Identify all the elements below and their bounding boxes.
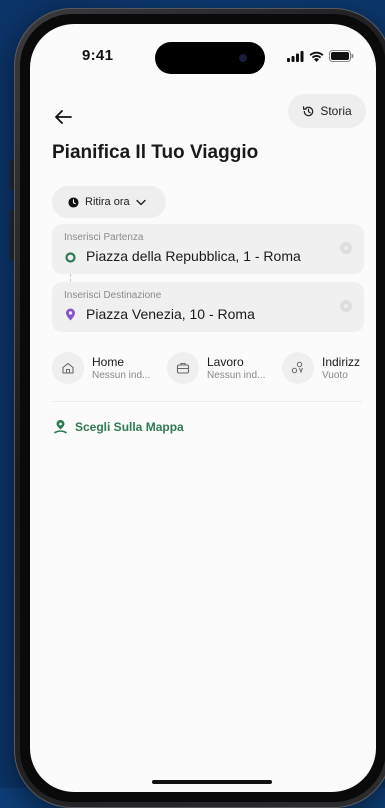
phone-frame: 9:41 Storia Pianifica Il Tuo Viaggio Rit… bbox=[14, 8, 385, 808]
shortcut-addresses-title: Indirizz bbox=[322, 355, 361, 369]
destination-value: Piazza Venezia, 10 - Roma bbox=[86, 306, 255, 322]
history-button[interactable]: Storia bbox=[288, 94, 366, 128]
shortcut-work-title: Lavoro bbox=[207, 355, 244, 369]
shortcut-work[interactable]: Lavoro Nessun ind... bbox=[167, 352, 265, 384]
choose-on-map-link[interactable]: Scegli Sulla Mappa bbox=[54, 420, 184, 434]
shortcut-home-title: Home bbox=[92, 355, 125, 369]
pickup-label: Ritira ora bbox=[85, 196, 130, 208]
app-screen: 9:41 Storia Pianifica Il Tuo Viaggio Rit… bbox=[30, 24, 376, 792]
wifi-icon bbox=[309, 51, 324, 62]
briefcase-icon bbox=[167, 352, 199, 384]
dynamic-island bbox=[155, 42, 265, 74]
divider bbox=[52, 401, 362, 402]
history-icon bbox=[303, 105, 314, 116]
departure-value: Piazza della Repubblica, 1 - Roma bbox=[86, 248, 301, 264]
pickup-time-dropdown[interactable]: Ritira ora bbox=[52, 186, 166, 218]
status-icons bbox=[287, 50, 354, 62]
shortcut-work-subtitle: Nessun ind... bbox=[207, 370, 266, 381]
shortcut-home[interactable]: Home Nessun ind... bbox=[52, 352, 150, 384]
destination-field[interactable]: Inserisci Destinazione Piazza Venezia, 1… bbox=[52, 282, 364, 332]
departure-label: Inserisci Partenza bbox=[64, 232, 144, 243]
saved-places-icon bbox=[282, 352, 314, 384]
shortcut-addresses-subtitle: Vuoto bbox=[322, 370, 348, 381]
home-icon bbox=[52, 352, 84, 384]
back-arrow-icon[interactable] bbox=[52, 106, 74, 128]
page-title: Pianifica Il Tuo Viaggio bbox=[52, 142, 259, 163]
shortcut-home-subtitle: Nessun ind... bbox=[92, 370, 151, 381]
clear-departure-icon[interactable]: × bbox=[340, 242, 352, 254]
destination-label: Inserisci Destinazione bbox=[64, 290, 162, 301]
origin-marker-icon bbox=[65, 252, 76, 263]
shortcut-addresses[interactable]: Indirizz Vuoto bbox=[282, 352, 360, 384]
chevron-down-icon bbox=[135, 199, 146, 205]
clear-destination-icon[interactable]: × bbox=[340, 300, 352, 312]
map-pin-person-icon bbox=[54, 420, 67, 434]
camera-icon bbox=[239, 54, 247, 62]
choose-on-map-label: Scegli Sulla Mappa bbox=[75, 420, 184, 434]
history-label: Storia bbox=[320, 104, 352, 118]
status-time: 9:41 bbox=[82, 47, 114, 64]
departure-field[interactable]: Inserisci Partenza Piazza della Repubbli… bbox=[52, 224, 364, 274]
battery-icon bbox=[329, 50, 354, 62]
clock-icon bbox=[68, 196, 79, 208]
phone-bezel: 9:41 Storia Pianifica Il Tuo Viaggio Rit… bbox=[20, 14, 385, 802]
destination-pin-icon bbox=[66, 308, 75, 321]
status-bar: 9:41 bbox=[30, 24, 376, 74]
cellular-signal-icon bbox=[287, 50, 304, 62]
home-indicator[interactable] bbox=[152, 780, 272, 784]
